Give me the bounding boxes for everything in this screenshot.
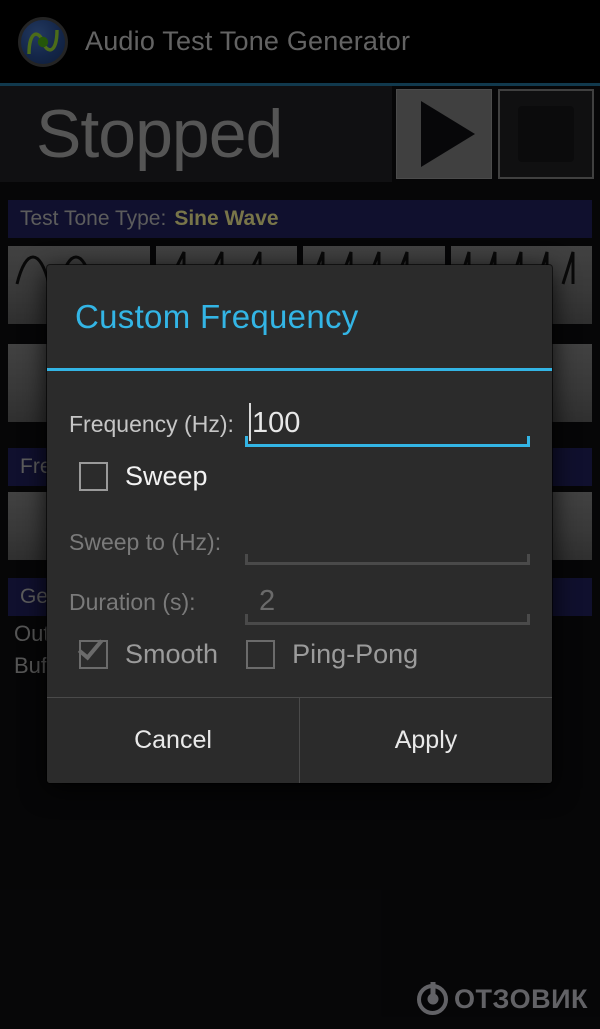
checkmark-icon [77, 633, 104, 660]
pingpong-checkbox-label: Ping-Pong [292, 638, 419, 669]
apply-button[interactable]: Apply [299, 698, 552, 783]
frequency-field-label: Frequency (Hz): [69, 411, 234, 437]
input-underline [245, 554, 530, 565]
duration-input[interactable]: 2 [245, 577, 530, 625]
smooth-checkbox-label: Smooth [125, 638, 219, 669]
duration-field-row: Duration (s): 2 [69, 565, 530, 625]
sweep-to-input[interactable] [245, 517, 530, 565]
sweep-to-field-row: Sweep to (Hz): [69, 505, 530, 565]
sweep-checkbox-label: Sweep [125, 460, 208, 491]
pingpong-checkbox[interactable] [246, 639, 276, 669]
frequency-input-value: 100 [252, 406, 301, 439]
otzovik-logo-icon [417, 984, 449, 1015]
dialog-header: Custom Frequency [47, 265, 552, 371]
smooth-checkbox[interactable] [77, 633, 108, 669]
dialog-button-bar: Cancel Apply [47, 697, 552, 783]
cancel-button[interactable]: Cancel [47, 698, 299, 783]
custom-frequency-dialog: Custom Frequency Frequency (Hz): 100 Swe… [47, 265, 552, 783]
sweep-checkbox[interactable] [79, 461, 108, 491]
watermark-text: ОТЗОВИК [454, 984, 588, 1014]
duration-input-placeholder: 2 [259, 584, 276, 617]
app-screen: Audio Test Tone Generator Stopped Test T… [0, 0, 600, 1029]
smooth-pingpong-row: Smooth Ping-Pong [69, 625, 530, 683]
frequency-field-row: Frequency (Hz): 100 [69, 387, 530, 447]
text-caret [249, 403, 251, 441]
watermark: ОТЗОВИК [417, 984, 588, 1015]
duration-field-label: Duration (s): [69, 589, 196, 615]
input-underline [245, 614, 530, 625]
frequency-input[interactable]: 100 [245, 399, 530, 447]
dialog-title: Custom Frequency [75, 297, 359, 335]
sweep-checkbox-row[interactable]: Sweep [69, 447, 530, 505]
dialog-body: Frequency (Hz): 100 Sweep Sweep to (Hz): [47, 371, 552, 687]
sweep-to-field-label: Sweep to (Hz): [69, 529, 222, 555]
